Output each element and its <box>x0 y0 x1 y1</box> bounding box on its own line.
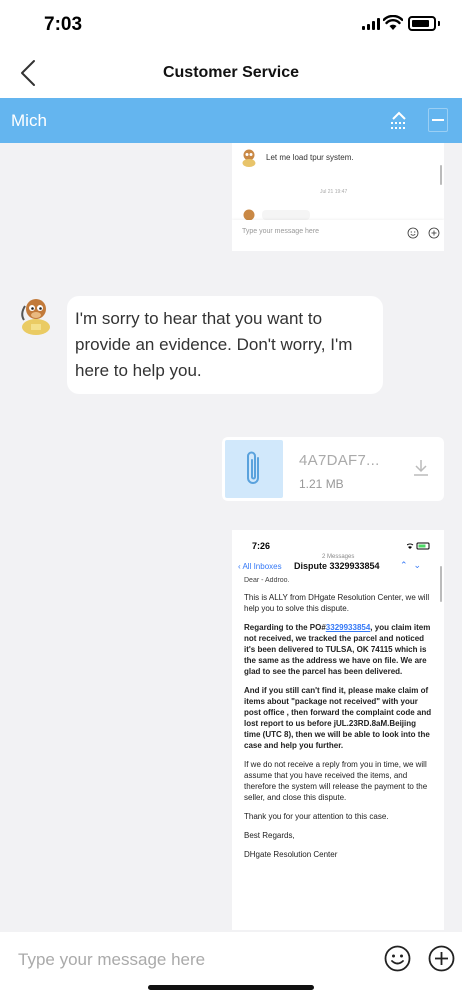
message-input[interactable] <box>18 948 208 972</box>
shot-para3: If we do not receive a reply from you in… <box>244 760 428 802</box>
mini-chat-widget: Let me load tpur system. Jul 21 19:47 Ty… <box>232 143 444 251</box>
agent-message-text: I'm sorry to hear that you want to provi… <box>75 309 353 380</box>
shot-status-time: 7:26 <box>252 541 271 551</box>
download-button[interactable] <box>413 459 429 477</box>
file-name: 4A7DAF7... <box>299 452 380 469</box>
download-icon <box>414 460 428 476</box>
scrollbar <box>440 165 442 185</box>
attach-button[interactable] <box>428 945 455 972</box>
signal-icon <box>362 18 380 30</box>
shot-status-icons <box>406 542 433 552</box>
plus-icon <box>428 227 440 239</box>
mini-timestamp: Jul 21 19:47 <box>320 189 348 195</box>
shot-back-link: ‹ All Inboxes <box>238 562 282 571</box>
paperclip-icon <box>247 451 259 484</box>
battery-nub <box>438 21 440 26</box>
scrollbar <box>440 566 442 602</box>
agent-bar: Mich <box>0 98 462 143</box>
shot-subject: Dispute 3329933854 <box>294 561 380 571</box>
minimize-button[interactable] <box>428 108 448 132</box>
mini-input-bar: Type your message here <box>232 220 444 251</box>
emoji-icon <box>407 227 419 239</box>
plus-icon <box>428 945 455 972</box>
status-bar: 7:03 <box>0 0 462 48</box>
shot-para4: Thank you for your attention to this cas… <box>244 812 389 821</box>
emoji-icon <box>384 945 411 972</box>
agent-message-bubble: I'm sorry to hear that you want to provi… <box>67 296 383 394</box>
agent-name: Mich <box>11 111 47 130</box>
nav-bar: Customer Service <box>0 48 462 98</box>
file-message[interactable]: 4A7DAF7... 1.21 MB <box>222 437 444 501</box>
shot-cutoff-line: Dear - Addroo. <box>244 577 290 583</box>
shot-email-body: This is ALLY from DHgate Resolution Cent… <box>244 592 434 868</box>
expand-button[interactable] <box>388 110 410 132</box>
shot-signature: DHgate Resolution Center <box>244 850 338 859</box>
file-size: 1.21 MB <box>299 477 344 491</box>
shot-message-count: 2 Messages <box>322 554 355 560</box>
shot-para1: Regarding to the PO#3329933854, you clai… <box>244 623 431 676</box>
shot-intro: This is ALLY from DHgate Resolution Cent… <box>244 593 430 613</box>
wifi-icon <box>383 15 403 30</box>
agent-avatar <box>21 299 50 335</box>
agent-avatar-small <box>243 209 255 220</box>
battery-icon <box>408 16 436 31</box>
file-icon-box <box>225 440 283 498</box>
mini-input-placeholder: Type your message here <box>242 228 320 235</box>
mini-message-text: Let me load tpur system. <box>266 153 354 162</box>
agent-avatar-small <box>242 149 256 167</box>
mini-bubble <box>262 210 310 220</box>
minus-icon <box>432 119 444 121</box>
shot-closing: Best Regards, <box>244 831 295 840</box>
emoji-button[interactable] <box>384 945 411 972</box>
page-title: Customer Service <box>162 64 300 81</box>
status-time: 7:03 <box>44 14 83 35</box>
home-indicator <box>148 985 314 990</box>
image-message[interactable]: 7:26 2 Messages ‹ All Inboxes Dispute 33… <box>232 530 444 930</box>
shot-para2: And if you still can't find it, please m… <box>244 686 432 750</box>
shot-nav-arrows: ⌃⌄ <box>400 560 428 570</box>
expand-icon <box>391 111 407 129</box>
